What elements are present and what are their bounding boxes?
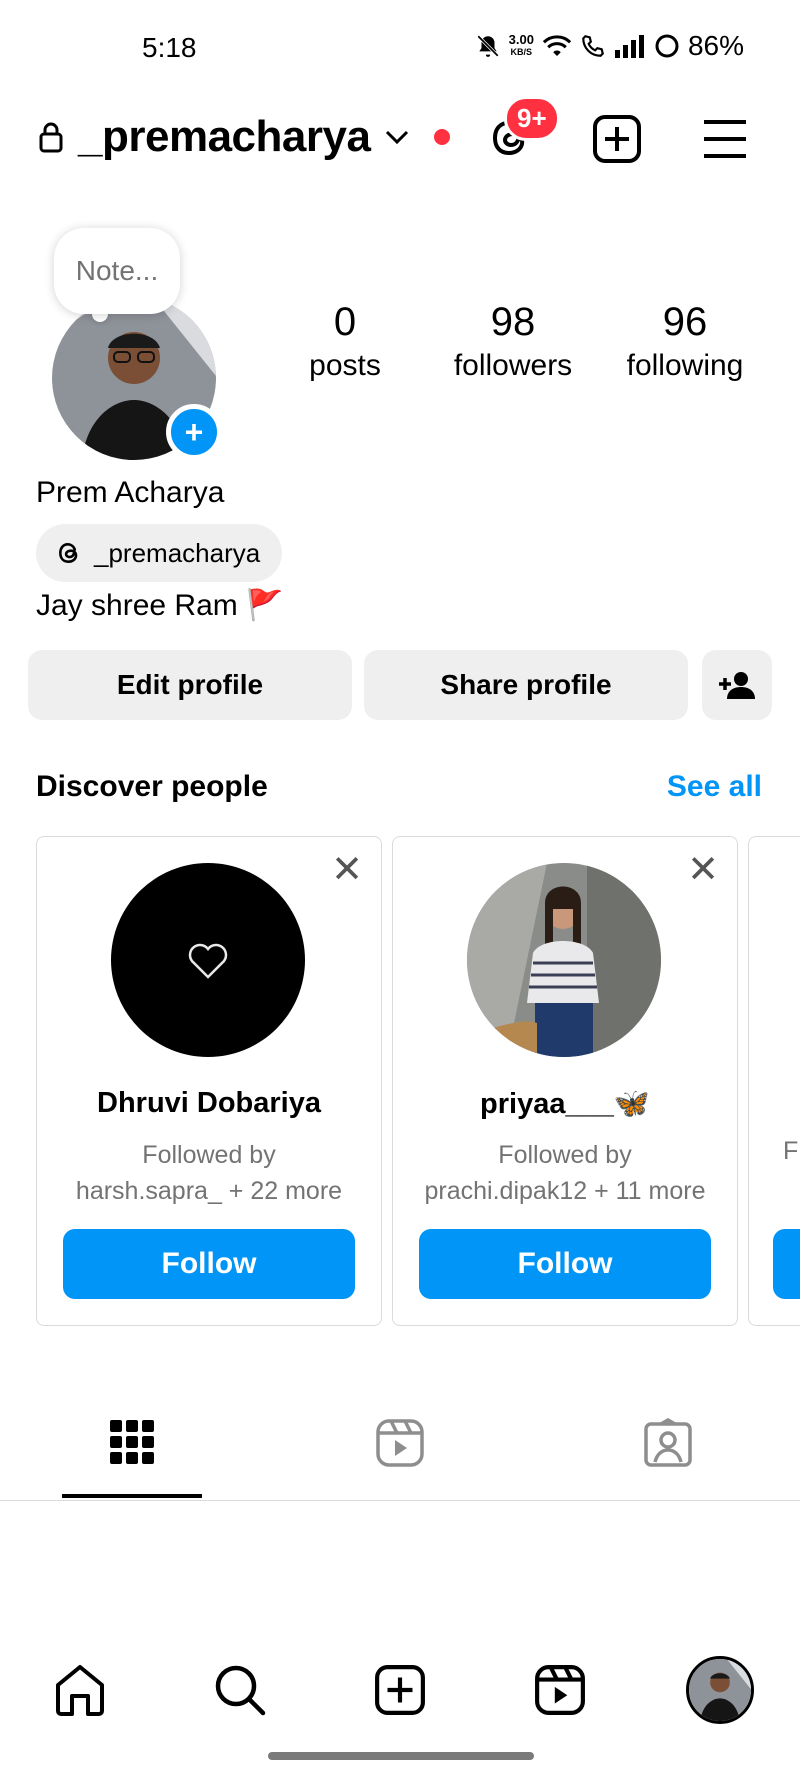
stat-value: 96: [662, 300, 708, 344]
create-button[interactable]: [592, 114, 642, 169]
grid-icon: [110, 1420, 154, 1464]
followed-by-label-partial: F: [783, 1137, 799, 1165]
follow-button[interactable]: Follow: [63, 1229, 355, 1299]
suggestion-name: Dhruvi Dobariya: [97, 1087, 321, 1119]
stat-value: 0: [333, 300, 357, 344]
nav-reels[interactable]: [530, 1660, 590, 1720]
suggestion-mutuals: Followed by harsh.sapra_ + 22 more: [37, 1137, 381, 1209]
net-speed: 3.00 KB/S: [508, 32, 534, 58]
plus-square-icon: [593, 115, 641, 163]
stat-label: following: [626, 349, 744, 382]
threads-handle: _premacharya: [94, 537, 261, 568]
add-person-icon: [719, 672, 755, 699]
battery-percent: 86%: [687, 30, 744, 61]
notification-dot: [434, 129, 451, 145]
menu-button[interactable]: [702, 118, 748, 165]
share-profile-button[interactable]: Share profile: [364, 650, 688, 720]
net-speed-value: 3.00: [508, 32, 534, 47]
tabs-divider: [0, 1500, 800, 1501]
suggestion-photo: [467, 863, 661, 1057]
discover-people-toggle[interactable]: [702, 650, 772, 720]
home-icon: [56, 1665, 104, 1716]
threads-badge: 9+: [504, 96, 560, 141]
battery-icon: [655, 34, 679, 58]
tagged-person-icon: [644, 1418, 692, 1467]
tab-grid[interactable]: [32, 1418, 232, 1480]
threads-icon: [59, 543, 78, 563]
see-all-link[interactable]: See all: [667, 770, 762, 804]
home-indicator: [268, 1752, 534, 1760]
reels-icon: [535, 1665, 585, 1715]
plus-square-icon: [375, 1665, 425, 1715]
follow-button[interactable]: Follow: [419, 1229, 711, 1299]
active-tab-indicator: [62, 1494, 202, 1498]
followed-by-names: prachi.dipak12 + 11 more: [424, 1177, 706, 1205]
signal-icon: [614, 35, 644, 58]
stat-label: posts: [309, 349, 381, 382]
tab-reels[interactable]: [300, 1418, 500, 1480]
nav-home[interactable]: [50, 1660, 110, 1720]
nav-profile[interactable]: [686, 1656, 754, 1724]
search-icon: [215, 1665, 266, 1716]
status-icons: 3.00 KB/S 86%: [475, 30, 744, 62]
edit-profile-button[interactable]: Edit profile: [28, 650, 352, 720]
call-icon: [582, 35, 604, 57]
profile-full-name: Prem Acharya: [36, 476, 225, 509]
nav-create[interactable]: [370, 1660, 430, 1720]
mute-bell-icon: [476, 35, 499, 57]
nav-search[interactable]: [210, 1660, 270, 1720]
follow-button-partial[interactable]: [773, 1229, 800, 1299]
discover-people-title: Discover people: [36, 770, 268, 803]
account-switcher[interactable]: _premacharya: [38, 112, 451, 162]
profile-avatar-small: [689, 1659, 751, 1721]
stat-posts[interactable]: 0 posts: [270, 300, 420, 383]
followed-by-names: harsh.sapra_ + 22 more: [75, 1177, 343, 1205]
threads-profile-link[interactable]: _premacharya: [36, 524, 283, 582]
followed-by-label: Followed by: [142, 1141, 276, 1169]
net-speed-unit: KB/S: [510, 47, 533, 57]
add-story-button[interactable]: +: [166, 404, 222, 460]
stat-followers[interactable]: 98 followers: [438, 300, 588, 383]
chevron-down-icon: [386, 130, 409, 145]
suggestion-card: ✕ Dhruvi Dobariya Followed by harsh.sapr…: [36, 836, 382, 1326]
suggestion-avatar[interactable]: [467, 863, 661, 1057]
stat-value: 98: [490, 300, 536, 344]
lock-icon: [39, 122, 63, 153]
tab-tagged[interactable]: [568, 1418, 768, 1480]
suggestion-mutuals: Followed by prachi.dipak12 + 11 more: [393, 1137, 737, 1209]
reels-icon: [376, 1419, 424, 1467]
hamburger-menu-icon: [704, 120, 746, 158]
stat-following[interactable]: 96 following: [610, 300, 760, 383]
wifi-icon: [542, 35, 572, 56]
dismiss-close-icon[interactable]: ✕: [331, 851, 363, 889]
suggestion-name: priyaa___🦋: [480, 1088, 650, 1120]
suggestion-avatar[interactable]: [111, 863, 305, 1057]
followed-by-label: Followed by: [498, 1141, 632, 1169]
status-time: 5:18: [142, 32, 197, 63]
header-username: _premacharya: [78, 112, 371, 161]
suggestion-photo: [111, 863, 305, 1057]
stat-label: followers: [453, 349, 573, 382]
note-bubble[interactable]: Note...: [54, 228, 180, 314]
suggestion-card-partial: F: [748, 836, 800, 1326]
dismiss-close-icon[interactable]: ✕: [687, 851, 719, 889]
profile-bio: Jay shree Ram 🚩: [36, 589, 284, 622]
suggestion-card: ✕ priyaa___🦋 Followed by prachi.dipak12 …: [392, 836, 738, 1326]
